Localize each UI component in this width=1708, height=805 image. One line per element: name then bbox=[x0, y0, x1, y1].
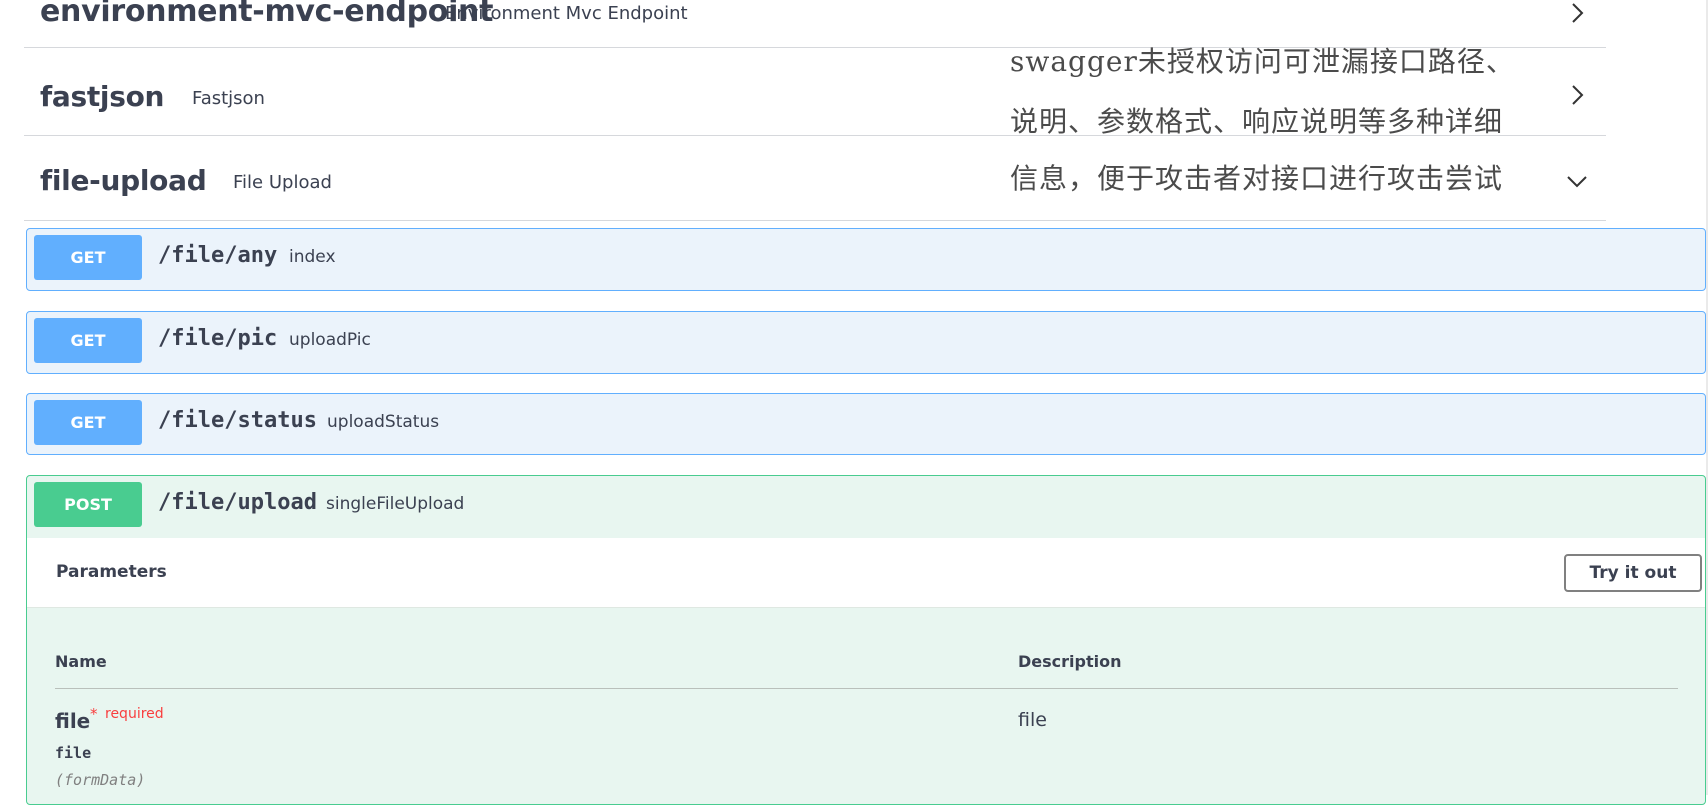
table-row: file * required file (formData) file bbox=[55, 700, 1675, 795]
tag-description: Environment Mvc Endpoint bbox=[445, 3, 688, 24]
chevron-down-icon[interactable] bbox=[1566, 170, 1588, 192]
chevron-right-icon[interactable] bbox=[1566, 2, 1588, 24]
tag-name: file-upload bbox=[40, 164, 207, 197]
method-badge: POST bbox=[34, 482, 142, 527]
chevron-right-icon[interactable] bbox=[1566, 84, 1588, 106]
tag-name: fastjson bbox=[40, 80, 165, 113]
operation-path: /file/status bbox=[158, 408, 317, 433]
parameters-title: Parameters bbox=[56, 562, 167, 582]
tag-description: File Upload bbox=[233, 172, 332, 193]
column-header-description: Description bbox=[1018, 652, 1122, 671]
parameters-header: Parameters Try it out bbox=[27, 538, 1705, 608]
operation-path: /file/any bbox=[158, 243, 278, 268]
method-badge: GET bbox=[34, 235, 142, 280]
operation-summary: uploadStatus bbox=[327, 412, 440, 432]
required-label: required bbox=[105, 706, 164, 722]
param-location: (formData) bbox=[55, 771, 146, 789]
param-description: file bbox=[1018, 709, 1047, 731]
annotation-line-2: 说明、参数格式、响应说明等多种详细 bbox=[1010, 105, 1504, 138]
operation-summary: singleFileUpload bbox=[326, 494, 465, 514]
param-name: file bbox=[55, 709, 91, 733]
table-header-divider bbox=[55, 688, 1678, 689]
method-badge: GET bbox=[34, 400, 142, 445]
operation-summary: uploadPic bbox=[289, 330, 371, 350]
required-asterisk: * bbox=[90, 705, 98, 723]
column-header-name: Name bbox=[55, 652, 107, 671]
operation-get-file-status[interactable]: GET /file/status uploadStatus bbox=[26, 393, 1706, 455]
annotation-line-3: 信息，便于攻击者对接口进行攻击尝试 bbox=[1010, 162, 1504, 195]
annotation-line-1: swagger未授权访问可泄漏接口路径、 bbox=[1010, 45, 1515, 78]
try-it-out-button[interactable]: Try it out bbox=[1564, 554, 1702, 592]
method-badge: GET bbox=[34, 318, 142, 363]
tag-name: environment-mvc-endpoint bbox=[40, 0, 494, 29]
operation-get-file-any[interactable]: GET /file/any index bbox=[26, 228, 1706, 291]
tag-description: Fastjson bbox=[192, 88, 265, 109]
param-type: file bbox=[55, 744, 92, 762]
operation-path: /file/upload bbox=[158, 490, 317, 515]
operation-get-file-pic[interactable]: GET /file/pic uploadPic bbox=[26, 311, 1706, 374]
operation-path: /file/pic bbox=[158, 326, 278, 351]
operation-summary: index bbox=[289, 247, 336, 267]
